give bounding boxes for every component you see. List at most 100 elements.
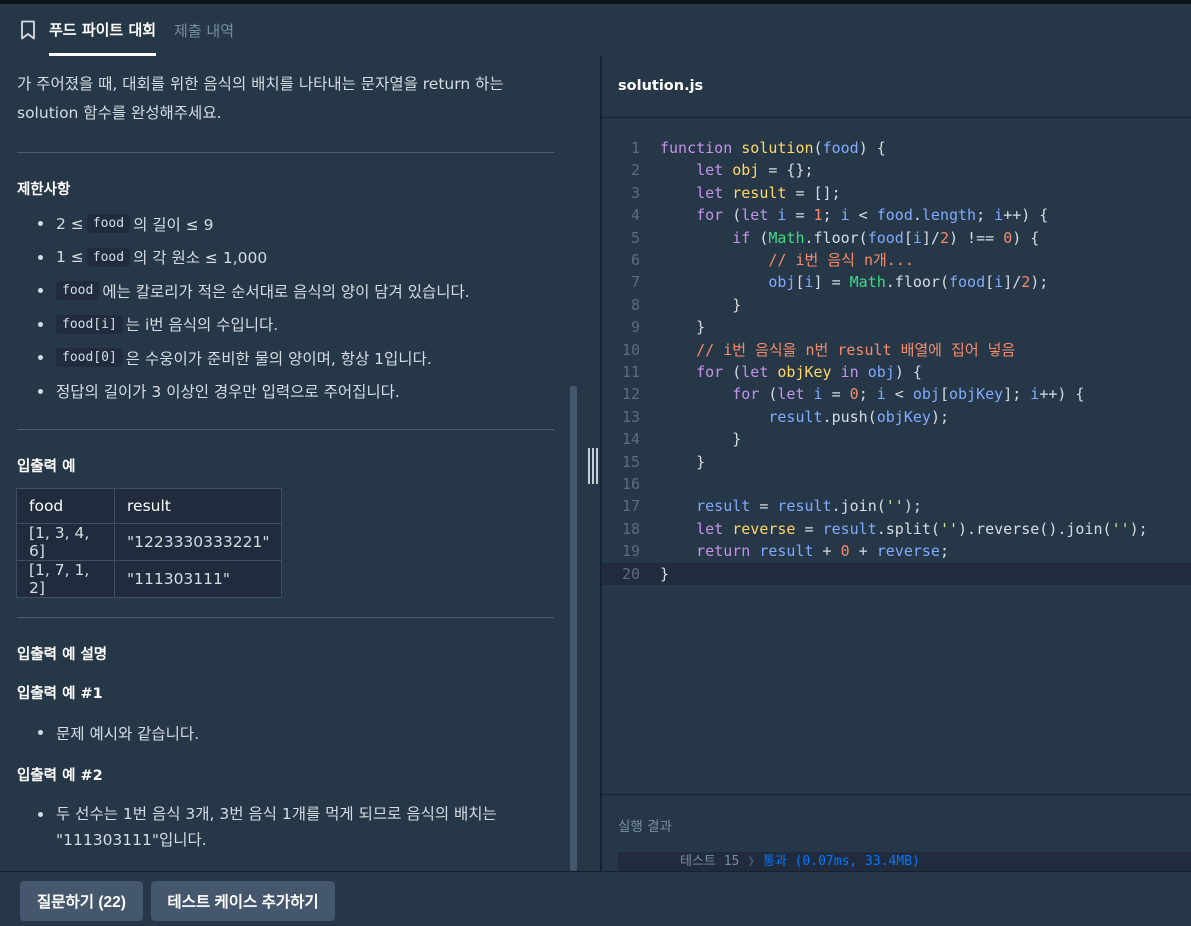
code-line: 18 let reverse = result.split('').revers… [602,518,1191,541]
example-2-list: 두 선수는 1번 음식 3개, 3번 음식 1개를 먹게 되므로 음식의 배치는… [38,801,558,853]
code-token: = {}; [759,161,814,180]
bullet [38,254,43,260]
code-text: } [660,294,741,317]
line-number: 1 [630,139,640,157]
code-line: 12 for (let i = 0; i < obj[objKey]; i++)… [602,383,1191,406]
code-token: if [732,228,760,247]
code-token: ; [858,385,877,404]
table-cell: [1, 3, 4, 6] [16,523,115,561]
inline-code: food[0] [56,348,123,368]
constraint-text: 2 ≤ [56,214,84,233]
bullet [38,221,43,227]
line-number: 7 [630,273,640,292]
code-token: ]; [1003,385,1031,404]
code-text: } [660,563,669,586]
code-text: let reverse = result.split('').reverse()… [660,518,1148,541]
code-token: 0 [849,385,859,404]
code-token: let [741,363,778,381]
resize-handle-icon[interactable] [588,448,598,484]
tab-submissions[interactable]: 제출 내역 [174,20,234,41]
code-token: let [696,183,733,202]
code-token: ); [1129,519,1148,538]
code-token: i [994,273,1004,292]
code-text: for (let objKey in obj) { [660,361,922,384]
add-test-case-button[interactable]: 테스트 케이스 추가하기 [151,881,335,921]
code-token: ) { [1012,228,1040,247]
line-number: 19 [621,542,640,561]
constraints-title: 제한사항 [17,182,71,198]
constraint-item: food 에는 칼로리가 적은 순서대로 음식의 양이 담겨 있습니다. [38,274,558,308]
code-token: ]/ [1003,273,1022,292]
code-editor[interactable]: 1 function solution(food) {2 let obj = {}… [602,119,1191,794]
code-line: 7 obj[i] = Math.floor(food[i]/2); [602,271,1191,294]
code-token: food [876,206,913,225]
code-token: i [912,228,922,247]
bullet [38,288,43,294]
code-token: i [1030,385,1040,404]
code-token: // i번 음식 n개... [768,251,914,269]
chevron-right-icon: ❯ [747,854,763,869]
problem-description-panel[interactable]: 가 주어졌을 때, 대회를 위한 음식의 배치를 나타내는 문자열을 retur… [0,56,600,871]
description-line-1: 가 주어졌을 때, 대회를 위한 음식의 배치를 나타내는 문자열을 retur… [17,75,504,93]
table-cell: [1, 7, 1, 2] [16,560,115,598]
examples-table: food result [1, 3, 4, 6] "1223330333221" [1,… [16,488,283,598]
bottom-toolbar: 질문하기 (22) 테스트 케이스 추가하기 [0,871,1191,926]
code-token: = [750,497,778,516]
line-number: 8 [630,295,640,314]
code-token: } [660,295,742,314]
code-token: i [804,273,814,292]
code-text: return result + 0 + reverse; [660,540,949,563]
code-text: for (let i = 1; i < food.length; i++) { [660,204,1048,227]
code-token: reverse [876,542,940,561]
code-line: 9 } [602,316,1191,339]
code-token: let [777,385,814,404]
line-number: 9 [630,318,640,337]
code-token: food [822,139,859,157]
code-token: food [867,228,904,247]
code-token: Math [849,273,886,292]
code-text: // i번 음식 n개... [660,249,914,272]
code-token: + [813,542,841,561]
code-token: for [696,206,733,225]
code-token: = []; [786,183,841,202]
code-line: 10 // i번 음식을 n번 result 배열에 집어 넣음 [602,339,1191,362]
partial-text-line [17,56,557,62]
table-cell: "111303111" [113,560,283,598]
code-text: // i번 음식을 n번 result 배열에 집어 넣음 [660,339,1015,362]
code-token: ++) { [1003,206,1049,225]
code-line: 3 let result = []; [602,182,1191,205]
example-2-title: 입출력 예 #2 [17,768,103,784]
code-token: ; [939,542,949,561]
code-token: [ [903,228,913,247]
constraint-text: 에는 칼로리가 적은 순서대로 음식의 양이 담겨 있습니다. [102,282,470,301]
line-number: 17 [621,497,640,516]
code-token: ++) { [1039,385,1085,404]
explanation-title: 입출력 예 설명 [17,647,108,663]
table-header-row: food result [16,488,283,524]
description-scrollbar[interactable] [570,386,577,871]
code-token: .floor( [885,273,949,292]
code-token: return [696,542,760,561]
line-number: 20 [621,564,640,583]
code-token: i [840,206,850,225]
line-number: 16 [621,475,640,493]
code-token: food [949,273,986,292]
code-token: .push( [822,407,877,426]
code-token: ]/ [921,228,940,247]
bullet [38,321,43,327]
bullet [38,730,43,736]
constraint-text: 의 각 원소 ≤ 1,000 [133,249,268,268]
bookmark-icon[interactable] [19,20,37,40]
constraint-text: 은 수웅이가 준비한 물의 양이며, 항상 1입니다. [125,349,432,368]
code-text: let obj = {}; [660,159,814,182]
line-number: 15 [621,452,640,471]
code-token: length [921,206,977,225]
ask-question-button[interactable]: 질문하기 (22) [20,881,143,921]
constraint-text: 1 ≤ [56,248,84,267]
code-token: obj [732,161,760,180]
code-line: 1 function solution(food) { [602,137,1191,160]
code-token: = [786,206,814,225]
tab-problem[interactable]: 푸드 파이트 대회 [49,4,157,56]
